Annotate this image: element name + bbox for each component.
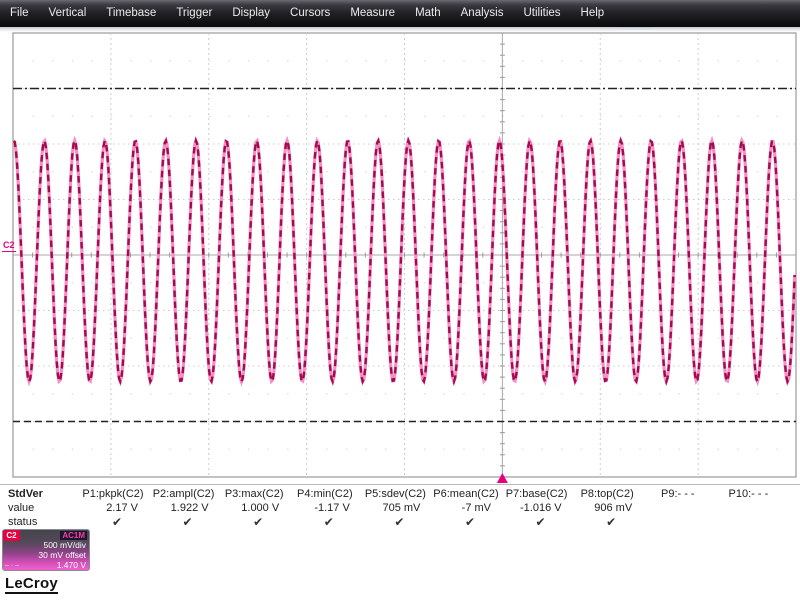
dash-dot-pattern-icon: – · – <box>5 561 20 569</box>
menu-item-cursors[interactable]: Cursors <box>280 0 340 27</box>
measure-header-10[interactable]: P10:- - - <box>713 488 783 500</box>
status-check-icon: ✔ <box>253 515 264 529</box>
measure-header-9[interactable]: P9:- - - <box>643 488 713 500</box>
level-high: – · – 1.470 V <box>5 559 86 570</box>
measure-header-8[interactable]: P8:top(C2) <box>572 488 642 500</box>
menu-item-math[interactable]: Math <box>405 0 451 27</box>
status-check-icon: ✔ <box>323 515 334 529</box>
measure-header-1[interactable]: P1:pkpk(C2) <box>78 488 148 500</box>
channel-scale: 500 mV/div <box>43 540 86 550</box>
lecroy-logo: LeCroy <box>5 575 58 594</box>
status-check-icon: ✔ <box>182 515 193 529</box>
waveform-grid[interactable] <box>0 0 800 484</box>
measure-value-3: 1.000 V <box>241 502 280 514</box>
status-check-icon: ✔ <box>535 515 546 529</box>
measurement-table: StdVer value status P1:pkpk(C2) 2.17 V ✔ P2:am… <box>0 484 800 530</box>
status-row-label: status <box>8 516 38 528</box>
menu-item-trigger[interactable]: Trigger <box>166 0 222 27</box>
measure-value-1: 2.17 V <box>106 502 138 514</box>
measure-value-2: 1.922 V <box>170 502 209 514</box>
measure-value-4: -1.17 V <box>314 502 350 514</box>
value-row-label: value <box>8 502 35 514</box>
oscilloscope-screen: File Vertical Timebase Trigger Display Cursor… <box>0 0 800 600</box>
status-check-icon: ✔ <box>606 515 617 529</box>
channel-descriptor-box[interactable]: C2 AC1M 500 mV/div 30 mV offset – · – 1.… <box>2 529 90 571</box>
status-check-icon: ✔ <box>394 515 405 529</box>
measure-header-11[interactable]: P11:- - - <box>784 488 800 500</box>
status-check-icon: ✔ <box>111 515 122 529</box>
measure-header-6[interactable]: P6:mean(C2) <box>431 488 501 500</box>
measure-value-8: 906 mV <box>594 502 633 514</box>
menu-item-utilities[interactable]: Utilities <box>513 0 570 27</box>
measure-header-4[interactable]: P4:min(C2) <box>290 488 360 500</box>
measure-header-3[interactable]: P3:max(C2) <box>219 488 289 500</box>
measure-value-6: -7 mV <box>461 502 491 514</box>
channel-offset: 30 mV offset <box>38 549 86 560</box>
measure-value-5: 705 mV <box>382 502 421 514</box>
table-corner-label: StdVer <box>8 488 43 500</box>
menu-item-analysis[interactable]: Analysis <box>451 0 514 27</box>
menu-item-help[interactable]: Help <box>571 0 615 27</box>
measure-header-7[interactable]: P7:base(C2) <box>502 488 572 500</box>
menu-item-timebase[interactable]: Timebase <box>96 0 166 27</box>
status-check-icon: ✔ <box>464 515 475 529</box>
channel-offset-marker[interactable]: C2 <box>2 240 16 252</box>
channel-tab: C2 <box>3 530 20 541</box>
menu-item-display[interactable]: Display <box>222 0 280 27</box>
coupling-badge: AC1M <box>60 531 87 540</box>
measure-value-7: -1.016 V <box>520 502 562 514</box>
menu-item-file[interactable]: File <box>0 0 39 27</box>
menu-item-vertical[interactable]: Vertical <box>39 0 97 27</box>
menu-item-measure[interactable]: Measure <box>340 0 405 27</box>
measure-header-2[interactable]: P2:ampl(C2) <box>149 488 219 500</box>
measure-header-5[interactable]: P5:sdev(C2) <box>360 488 430 500</box>
level-low: ····· -1.530 V <box>5 570 86 571</box>
menu-bar: File Vertical Timebase Trigger Display Cursor… <box>0 0 800 27</box>
